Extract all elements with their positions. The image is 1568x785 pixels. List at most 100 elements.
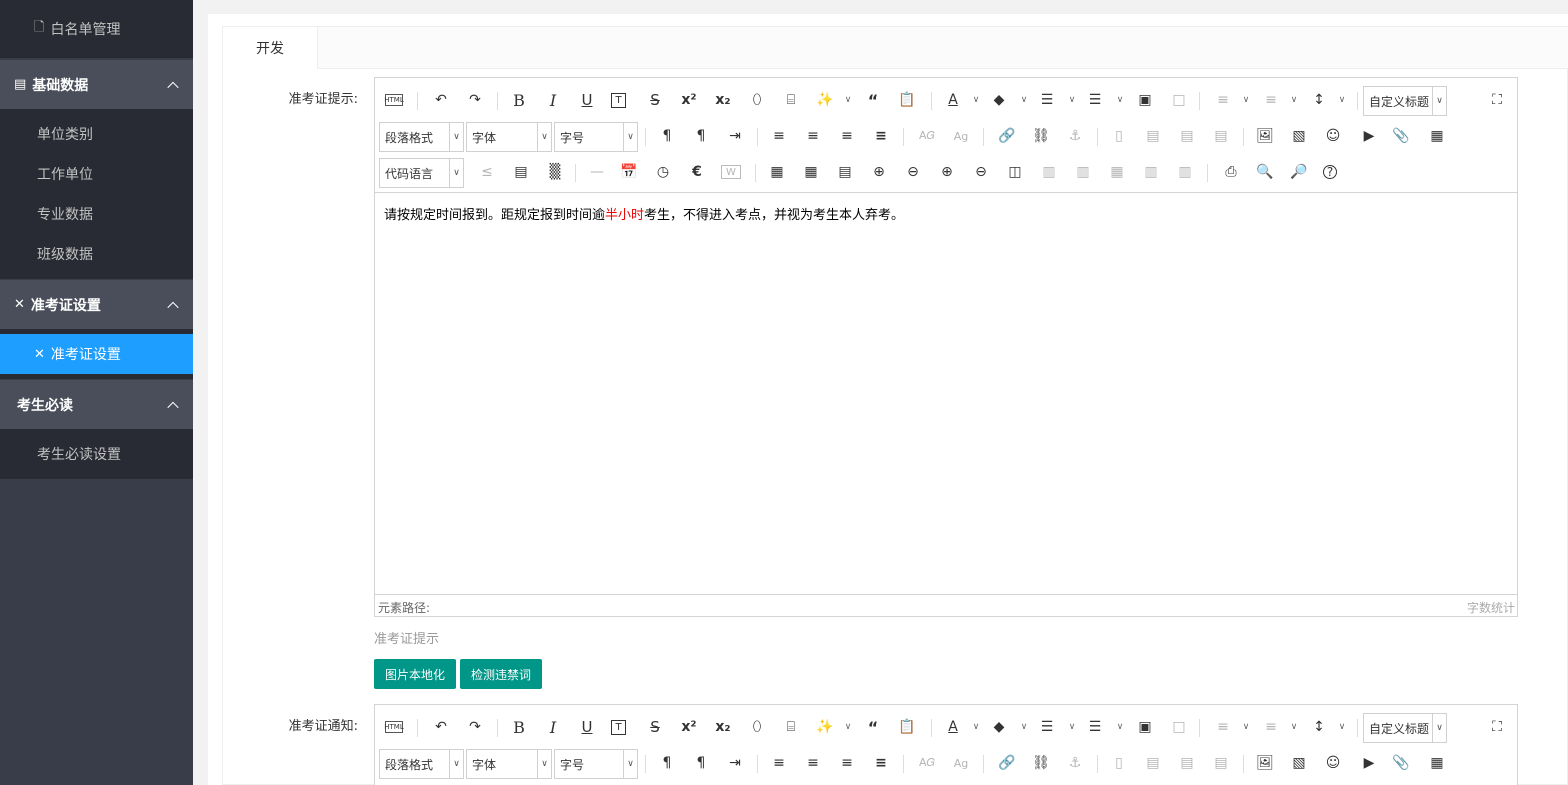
emotion-icon[interactable]: ☺	[1323, 126, 1343, 146]
blockquote-icon[interactable]: “	[863, 90, 883, 110]
magic-wand-icon[interactable]: ✨	[815, 717, 835, 737]
sidebar-item-unit-category[interactable]: 单位类别	[0, 114, 93, 154]
insert-col-icon[interactable]: ⊕	[937, 162, 957, 182]
align-left-icon[interactable]: ≡	[769, 126, 789, 146]
preview-icon[interactable]: 🔍	[1255, 162, 1275, 182]
redo-icon[interactable]: ↷	[465, 90, 485, 110]
chevron-down-icon[interactable]: ∨	[843, 717, 853, 737]
special-chars-icon[interactable]: €	[687, 162, 707, 182]
clear-doc-icon[interactable]: □	[1169, 717, 1189, 737]
background-icon[interactable]: ▤	[511, 162, 531, 182]
insert-paragraph-before-table-icon[interactable]: ▤	[835, 162, 855, 182]
html-source-icon[interactable]: HTML	[384, 721, 404, 733]
search-replace-icon[interactable]: 🔎	[1289, 162, 1309, 182]
detect-banned-words-button[interactable]: 检测违禁词	[460, 659, 542, 689]
format-painter-icon[interactable]: ⌸	[781, 717, 801, 737]
eraser-icon[interactable]: ⬯	[747, 717, 767, 737]
format-painter-icon[interactable]: ⌸	[781, 90, 801, 110]
rtl-icon[interactable]: ¶	[691, 126, 711, 146]
italic-icon[interactable]: I	[543, 90, 563, 110]
sidebar-item-class-data[interactable]: 班级数据	[0, 234, 93, 274]
image-center-icon[interactable]: ▤	[1211, 753, 1231, 773]
to-lowercase-icon[interactable]: A𝗀	[951, 753, 971, 773]
insert-row-icon[interactable]: ⊕	[869, 162, 889, 182]
print-icon[interactable]: ⎙	[1221, 162, 1241, 182]
align-right-icon[interactable]: ≡	[837, 753, 857, 773]
image-none-icon[interactable]: ▯	[1109, 753, 1129, 773]
unordered-list-icon[interactable]: ☰	[1085, 90, 1105, 110]
chevron-down-icon[interactable]: ∨	[971, 90, 981, 110]
subscript-icon[interactable]: x₂	[713, 717, 733, 737]
editor-content[interactable]: 请按规定时间报到。距规定报到时间逾半小时考生，不得进入考点，并视为考生本人弃考。	[375, 194, 1517, 233]
time-icon[interactable]: ◷	[653, 162, 673, 182]
underline-icon[interactable]: U	[577, 717, 597, 737]
code-language-select[interactable]: 代码语言 ∨	[379, 158, 464, 188]
chevron-down-icon[interactable]: ∨	[1115, 90, 1125, 110]
to-uppercase-icon[interactable]: A𝐺	[917, 126, 937, 146]
video-icon[interactable]: ▶	[1359, 753, 1379, 773]
align-justify-icon[interactable]: ≡	[871, 126, 891, 146]
bold-icon[interactable]: B	[509, 90, 529, 110]
emotion-icon[interactable]: ☺	[1323, 753, 1343, 773]
chevron-down-icon[interactable]: ∨	[1019, 717, 1029, 737]
sidebar-group-ticket-settings[interactable]: ✕ 准考证设置	[0, 280, 193, 329]
strikethrough-icon[interactable]: S	[645, 717, 665, 737]
chevron-down-icon[interactable]: ∨	[971, 717, 981, 737]
chevron-down-icon[interactable]: ∨	[1241, 90, 1251, 110]
undo-icon[interactable]: ↶	[431, 717, 451, 737]
chevron-down-icon[interactable]: ∨	[1067, 717, 1077, 737]
fullscreen-icon[interactable]: ⛶	[1487, 90, 1507, 110]
paragraph-format-select[interactable]: 段落格式 ∨	[379, 749, 464, 779]
strikethrough-icon[interactable]: S	[645, 90, 665, 110]
sidebar-group-must-read[interactable]: 考生必读	[0, 380, 193, 429]
localize-images-button[interactable]: 图片本地化	[374, 659, 456, 689]
template-icon[interactable]: ▦	[1427, 753, 1447, 773]
italic-icon[interactable]: I	[543, 717, 563, 737]
row-spacing-top-icon[interactable]: ≡	[1213, 717, 1233, 737]
page-break-icon[interactable]: ≤	[477, 162, 497, 182]
sidebar-item-must-read-settings[interactable]: 考生必读设置	[0, 429, 193, 479]
ordered-list-icon[interactable]: ☰	[1037, 90, 1057, 110]
to-uppercase-icon[interactable]: A𝐺	[917, 753, 937, 773]
tab-develop[interactable]: 开发	[223, 27, 318, 69]
split-to-cols-icon[interactable]: ▥	[1175, 162, 1195, 182]
unlink-icon[interactable]: ⛓	[1031, 126, 1051, 146]
scrawl-icon[interactable]: ▒	[545, 162, 565, 182]
bold-icon[interactable]: B	[509, 717, 529, 737]
clear-doc-icon[interactable]: □	[1169, 90, 1189, 110]
image-right-icon[interactable]: ▤	[1177, 753, 1197, 773]
row-spacing-bottom-icon[interactable]: ≡	[1261, 717, 1281, 737]
horizontal-rule-icon[interactable]: —	[587, 162, 607, 182]
word-image-icon[interactable]: W	[721, 165, 741, 179]
redo-icon[interactable]: ↷	[465, 717, 485, 737]
align-justify-icon[interactable]: ≡	[871, 753, 891, 773]
anchor-icon[interactable]: ⚓	[1065, 753, 1085, 773]
split-to-cells-icon[interactable]: ▦	[1107, 162, 1127, 182]
chevron-down-icon[interactable]: ∨	[1019, 90, 1029, 110]
blockquote-icon[interactable]: “	[863, 717, 883, 737]
paste-plain-icon[interactable]: 📋	[897, 717, 917, 737]
superscript-icon[interactable]: x²	[679, 717, 699, 737]
chevron-down-icon[interactable]: ∨	[1337, 717, 1347, 737]
undo-icon[interactable]: ↶	[431, 90, 451, 110]
row-spacing-top-icon[interactable]: ≡	[1213, 90, 1233, 110]
multi-image-icon[interactable]: ▧	[1289, 753, 1309, 773]
row-spacing-bottom-icon[interactable]: ≡	[1261, 90, 1281, 110]
align-right-icon[interactable]: ≡	[837, 126, 857, 146]
ordered-list-icon[interactable]: ☰	[1037, 717, 1057, 737]
paragraph-format-select[interactable]: 段落格式 ∨	[379, 122, 464, 152]
multi-image-icon[interactable]: ▧	[1289, 126, 1309, 146]
help-icon[interactable]: ?	[1323, 165, 1337, 179]
chevron-down-icon[interactable]: ∨	[1067, 90, 1077, 110]
align-center-icon[interactable]: ≡	[803, 126, 823, 146]
split-to-rows-icon[interactable]: ▥	[1141, 162, 1161, 182]
subscript-icon[interactable]: x₂	[713, 90, 733, 110]
sidebar-group-basic-data[interactable]: ▤ 基础数据	[0, 60, 193, 109]
image-right-icon[interactable]: ▤	[1177, 126, 1197, 146]
indent-icon[interactable]: ⇥	[725, 753, 745, 773]
html-source-icon[interactable]: HTML	[384, 94, 404, 106]
font-family-select[interactable]: 字体 ∨	[466, 122, 552, 152]
image-center-icon[interactable]: ▤	[1211, 126, 1231, 146]
align-left-icon[interactable]: ≡	[769, 753, 789, 773]
line-height-icon[interactable]: ↕	[1309, 717, 1329, 737]
